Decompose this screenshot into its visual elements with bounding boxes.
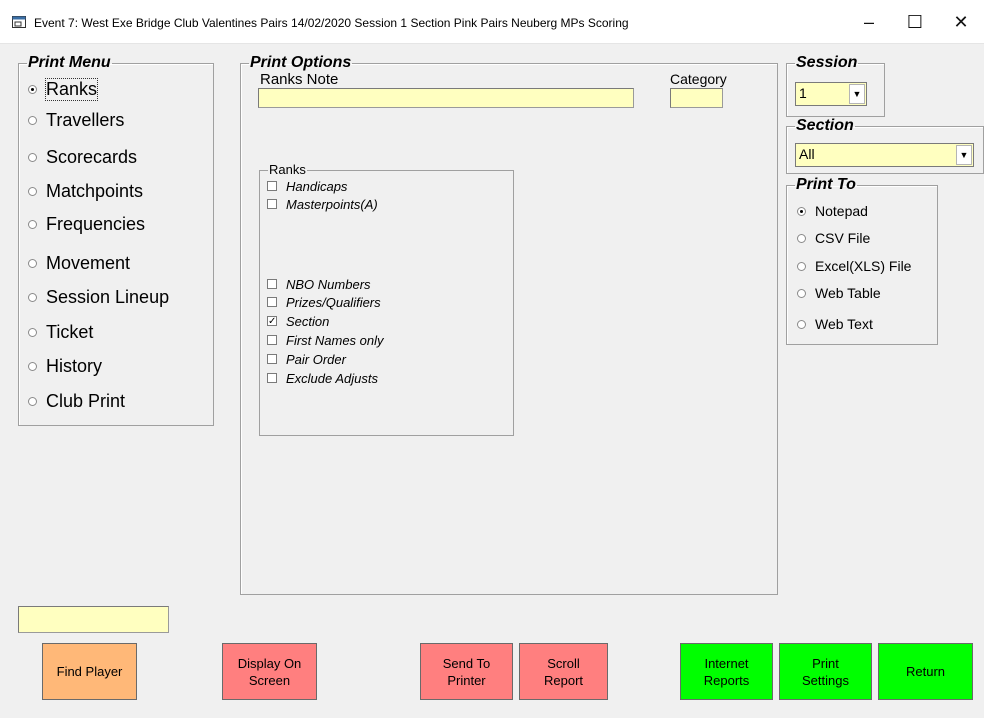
print-menu-item-label: Ranks — [44, 78, 99, 101]
print-menu-item-label: Matchpoints — [46, 181, 144, 201]
checkbox-icon[interactable] — [267, 354, 277, 364]
ranks-option-label: First Names only — [286, 332, 384, 348]
ranks-option-label: Masterpoints(A) — [286, 196, 378, 212]
ranks-option[interactable]: First Names only — [267, 332, 384, 348]
app-window-icon — [12, 16, 26, 28]
checkbox-icon[interactable] — [267, 297, 277, 307]
radio-icon[interactable] — [797, 206, 806, 216]
print-to-legend: Print To — [796, 176, 856, 193]
print-to-option-label: Excel(XLS) File — [815, 258, 912, 274]
ranks-option-label: NBO Numbers — [286, 276, 371, 292]
print-to-option[interactable]: Web Text — [797, 316, 873, 332]
radio-icon[interactable] — [28, 362, 37, 371]
print-menu-item[interactable]: Session Lineup — [28, 287, 169, 308]
print-options-legend: Print Options — [250, 54, 352, 71]
internet-reports-button[interactable]: Internet Reports — [680, 643, 773, 700]
checkbox-checked-icon[interactable]: ✓ — [267, 316, 277, 327]
ranks-option[interactable]: Prizes/Qualifiers — [267, 294, 381, 310]
find-player-button[interactable]: Find Player — [42, 643, 137, 700]
checkbox-icon[interactable] — [267, 199, 277, 209]
print-menu-item-label: History — [46, 356, 103, 376]
print-to-option-label: Web Text — [815, 316, 873, 332]
ranks-note-input[interactable] — [258, 88, 634, 108]
print-to-option[interactable]: Notepad — [797, 203, 868, 219]
print-to-option-label: CSV File — [815, 230, 871, 246]
checkbox-icon[interactable] — [267, 279, 277, 289]
maximize-button[interactable]: ☐ — [892, 0, 938, 44]
category-input[interactable] — [670, 88, 723, 108]
ranks-option-label: Exclude Adjusts — [286, 370, 379, 386]
section-value: All — [799, 146, 815, 162]
print-menu-item[interactable]: Ticket — [28, 322, 93, 343]
radio-icon[interactable] — [797, 233, 806, 243]
ranks-option[interactable]: Masterpoints(A) — [267, 196, 378, 212]
print-menu-item-label: Travellers — [46, 110, 125, 130]
print-menu-item-label: Movement — [46, 253, 131, 273]
ranks-option-label: Prizes/Qualifiers — [286, 294, 381, 310]
category-label: Category — [670, 71, 727, 87]
session-legend: Session — [796, 54, 858, 71]
ranks-option[interactable]: NBO Numbers — [267, 276, 371, 292]
ranks-option[interactable]: Exclude Adjusts — [267, 370, 378, 386]
print-menu-item-label: Session Lineup — [46, 287, 170, 307]
print-menu-item[interactable]: Ranks — [28, 78, 99, 101]
send-to-printer-button[interactable]: Send To Printer — [420, 643, 513, 700]
print-menu-item[interactable]: Travellers — [28, 110, 124, 131]
radio-icon[interactable] — [28, 187, 37, 196]
session-dropdown-icon[interactable]: ▼ — [849, 84, 865, 104]
print-menu-item[interactable]: Matchpoints — [28, 181, 143, 202]
radio-icon[interactable] — [797, 319, 806, 329]
checkbox-icon[interactable] — [267, 181, 277, 191]
radio-icon[interactable] — [28, 153, 37, 162]
checkbox-icon[interactable] — [267, 335, 277, 345]
find-player-input[interactable] — [18, 606, 169, 633]
print-menu-item-label: Frequencies — [46, 214, 146, 234]
print-menu-legend: Print Menu — [28, 54, 111, 71]
ranks-option[interactable]: Handicaps — [267, 178, 347, 194]
return-button[interactable]: Return — [878, 643, 973, 700]
print-menu-item[interactable]: Club Print — [28, 391, 125, 412]
radio-icon[interactable] — [797, 261, 806, 271]
session-select[interactable]: 1 ▼ — [795, 82, 867, 106]
close-button[interactable]: ✕ — [938, 0, 984, 44]
ranks-note-label: Ranks Note — [260, 71, 339, 88]
title-bar: Event 7: West Exe Bridge Club Valentines… — [0, 0, 984, 44]
radio-icon[interactable] — [797, 288, 806, 298]
ranks-option-label: Pair Order — [286, 351, 346, 367]
print-menu-item-label: Ticket — [46, 322, 94, 342]
minimize-button[interactable]: – — [846, 0, 892, 44]
section-select[interactable]: All ▼ — [795, 143, 974, 167]
ranks-option[interactable]: Pair Order — [267, 351, 346, 367]
display-on-screen-button[interactable]: Display On Screen — [222, 643, 317, 700]
checkbox-icon[interactable] — [267, 373, 277, 383]
print-menu-item[interactable]: Movement — [28, 253, 130, 274]
print-menu-item[interactable]: History — [28, 356, 102, 377]
section-legend: Section — [796, 117, 854, 134]
section-dropdown-icon[interactable]: ▼ — [956, 145, 972, 165]
print-to-option[interactable]: Excel(XLS) File — [797, 258, 911, 274]
print-menu-item[interactable]: Scorecards — [28, 147, 137, 168]
print-to-option-label: Web Table — [815, 285, 881, 301]
print-to-option[interactable]: CSV File — [797, 230, 870, 246]
ranks-option[interactable]: ✓ Section — [267, 313, 329, 329]
window-title: Event 7: West Exe Bridge Club Valentines… — [34, 16, 629, 30]
radio-icon[interactable] — [28, 220, 37, 229]
radio-icon[interactable] — [28, 116, 37, 125]
radio-icon[interactable] — [28, 328, 37, 337]
print-to-option-label: Notepad — [815, 203, 868, 219]
radio-icon[interactable] — [28, 293, 37, 302]
scroll-report-button[interactable]: Scroll Report — [519, 643, 608, 700]
ranks-option-label: Handicaps — [286, 178, 348, 194]
print-menu-item-label: Club Print — [46, 391, 126, 411]
session-value: 1 — [799, 85, 807, 101]
print-settings-button[interactable]: Print Settings — [779, 643, 872, 700]
radio-icon[interactable] — [28, 397, 37, 406]
ranks-option-label: Section — [286, 313, 330, 329]
radio-icon[interactable] — [28, 259, 37, 268]
print-menu-item[interactable]: Frequencies — [28, 214, 145, 235]
radio-icon[interactable] — [28, 85, 37, 94]
print-to-option[interactable]: Web Table — [797, 285, 881, 301]
print-menu-item-label: Scorecards — [46, 147, 138, 167]
ranks-options-legend: Ranks — [269, 162, 306, 177]
